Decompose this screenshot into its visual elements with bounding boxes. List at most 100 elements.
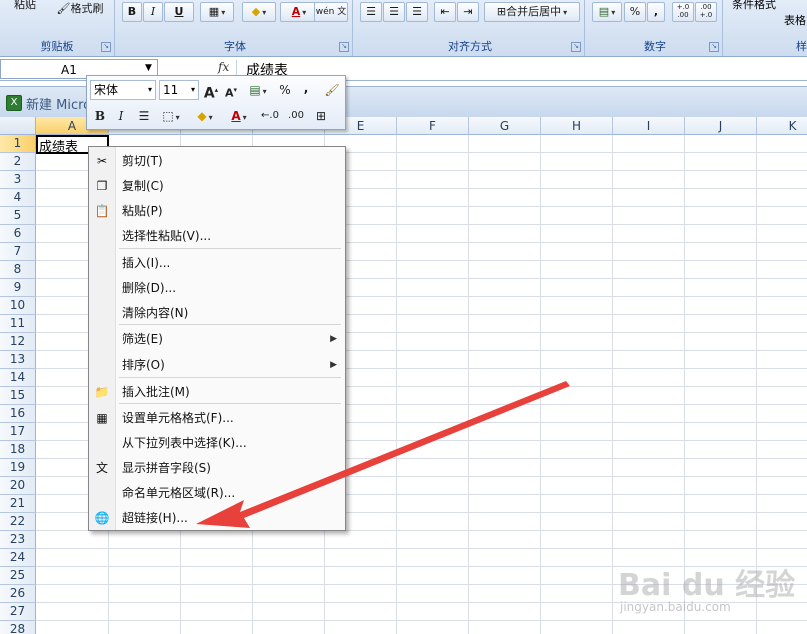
row-header-22[interactable]: 22	[0, 513, 36, 531]
context-menu-item-15[interactable]: 🌐 超链接(H)...	[89, 506, 345, 530]
mini-merge-button[interactable]: ⊞	[311, 106, 331, 126]
mini-comma-button[interactable]: ,	[301, 78, 311, 98]
row-header-27[interactable]: 27	[0, 603, 36, 621]
mini-format-painter-button[interactable]: 🖌	[323, 80, 341, 100]
name-box-dropdown-icon[interactable]: ▼	[145, 63, 152, 73]
comma-button[interactable]: ,	[647, 2, 665, 22]
mini-font-size-select[interactable]: 11 ▾	[159, 80, 199, 100]
format-painter-label: 格式刷	[70, 2, 104, 15]
row-header-23[interactable]: 23	[0, 531, 36, 549]
format-as-table-button[interactable]: 表格	[784, 12, 806, 28]
fill-color-button[interactable]: ◆ ▾	[242, 2, 276, 22]
font-color-button[interactable]: A ▾	[280, 2, 318, 22]
alignment-launcher-icon[interactable]: ↘	[571, 42, 581, 52]
column-header-i[interactable]: I	[613, 117, 685, 135]
number-launcher-icon[interactable]: ↘	[709, 42, 719, 52]
context-menu-item-11[interactable]: ▦ 设置单元格格式(F)...	[89, 406, 345, 430]
context-menu-item-13[interactable]: 文显示拼音字段(S)	[89, 456, 345, 480]
mini-italic-button[interactable]: I	[113, 106, 129, 126]
column-header-h[interactable]: H	[541, 117, 613, 135]
row-header-13[interactable]: 13	[0, 351, 36, 369]
align-center-button[interactable]: ☰	[383, 2, 405, 22]
font-launcher-icon[interactable]: ↘	[339, 42, 349, 52]
select-all-corner[interactable]	[0, 117, 36, 135]
row-header-8[interactable]: 8	[0, 261, 36, 279]
row-header-3[interactable]: 3	[0, 171, 36, 189]
row-header-20[interactable]: 20	[0, 477, 36, 495]
mini-percent-button[interactable]: %	[277, 80, 293, 100]
format-cells-icon: ▦	[96, 411, 108, 425]
row-header-1[interactable]: 1	[0, 135, 36, 153]
grow-font-button[interactable]: A▴	[203, 80, 219, 102]
row-header-28[interactable]: 28	[0, 621, 36, 634]
column-header-g[interactable]: G	[469, 117, 541, 135]
increase-indent-button[interactable]: ⇥	[457, 2, 479, 22]
row-header-25[interactable]: 25	[0, 567, 36, 585]
row-header-15[interactable]: 15	[0, 387, 36, 405]
context-menu-item-2[interactable]: ❐ 复制(C)	[89, 174, 345, 198]
row-header-17[interactable]: 17	[0, 423, 36, 441]
format-painter-button[interactable]: 🖌格式刷	[50, 0, 110, 20]
underline-button[interactable]: U	[164, 2, 194, 22]
context-menu-item-1[interactable]: ✂ 剪切(T)	[89, 149, 345, 173]
mini-bold-button[interactable]: B	[92, 106, 108, 126]
row-header-12[interactable]: 12	[0, 333, 36, 351]
currency-button[interactable]: ▤ ▾	[592, 2, 622, 22]
context-menu-item-5[interactable]: 插入(I)...	[89, 251, 345, 275]
row-header-5[interactable]: 5	[0, 207, 36, 225]
row-header-6[interactable]: 6	[0, 225, 36, 243]
context-menu-item-14[interactable]: 命名单元格区域(R)...	[89, 481, 345, 505]
conditional-format-button[interactable]: 条件格式	[732, 0, 776, 12]
column-header-k[interactable]: K	[757, 117, 807, 135]
mini-currency-button[interactable]: ▤ ▾	[245, 80, 271, 100]
grid-hline	[36, 620, 807, 621]
mini-center-button[interactable]: ☰	[135, 106, 153, 126]
row-header-2[interactable]: 2	[0, 153, 36, 171]
row-header-18[interactable]: 18	[0, 441, 36, 459]
increase-decimal-button[interactable]: +.0 .00	[672, 2, 694, 22]
context-menu-item-7[interactable]: 清除内容(N)	[89, 301, 345, 325]
row-header-19[interactable]: 19	[0, 459, 36, 477]
insert-function-button[interactable]: fx	[218, 60, 229, 74]
decrease-decimal-button[interactable]: .00 +.0	[695, 2, 717, 22]
row-header-21[interactable]: 21	[0, 495, 36, 513]
align-left-button[interactable]: ☰	[360, 2, 382, 22]
column-header-j[interactable]: J	[685, 117, 757, 135]
context-menu-item-10[interactable]: 📁 插入批注(M)	[89, 380, 345, 404]
row-header-7[interactable]: 7	[0, 243, 36, 261]
decrease-indent-button[interactable]: ⇤	[434, 2, 456, 22]
mini-decrease-decimal-button[interactable]: .00	[285, 106, 307, 126]
row-header-26[interactable]: 26	[0, 585, 36, 603]
brush-icon: 🖌	[56, 2, 71, 15]
row-header-10[interactable]: 10	[0, 297, 36, 315]
context-menu-item-8[interactable]: 筛选(E) ▶	[89, 327, 345, 351]
borders-button[interactable]: ▦ ▾	[200, 2, 234, 22]
align-right-button[interactable]: ☰	[406, 2, 428, 22]
context-menu-item-12[interactable]: 从下拉列表中选择(K)...	[89, 431, 345, 455]
row-header-16[interactable]: 16	[0, 405, 36, 423]
merge-center-button[interactable]: ⊞合并后居中 ▾	[484, 2, 580, 22]
font-group: B I U ▦ ▾ ◆ ▾ A ▾ wén 文 字体 ↘	[118, 0, 353, 56]
row-header-14[interactable]: 14	[0, 369, 36, 387]
mini-increase-decimal-button[interactable]: ←.0	[259, 106, 281, 126]
italic-button[interactable]: I	[143, 2, 163, 22]
bold-button[interactable]: B	[122, 2, 142, 22]
context-menu-item-4[interactable]: 选择性粘贴(V)...	[89, 224, 345, 248]
clipboard-launcher-icon[interactable]: ↘	[101, 42, 111, 52]
row-header-4[interactable]: 4	[0, 189, 36, 207]
column-header-f[interactable]: F	[397, 117, 469, 135]
mini-fill-color-button[interactable]: ◆ ▾	[191, 106, 219, 126]
mini-font-name-select[interactable]: 宋体 ▾	[90, 80, 156, 100]
shrink-font-button[interactable]: A▾	[223, 80, 239, 100]
paste-button[interactable]: 粘贴	[4, 0, 46, 16]
row-header-9[interactable]: 9	[0, 279, 36, 297]
mini-borders-button[interactable]: ⬚ ▾	[157, 106, 185, 126]
phonetic-button[interactable]: wén 文	[314, 2, 348, 22]
percent-button[interactable]: %	[624, 2, 646, 22]
context-menu-item-9[interactable]: 排序(O) ▶	[89, 353, 345, 377]
row-header-11[interactable]: 11	[0, 315, 36, 333]
context-menu-item-3[interactable]: 📋 粘贴(P)	[89, 199, 345, 223]
row-header-24[interactable]: 24	[0, 549, 36, 567]
context-menu-item-6[interactable]: 删除(D)...	[89, 276, 345, 300]
mini-font-color-button[interactable]: A ▾	[225, 106, 253, 126]
